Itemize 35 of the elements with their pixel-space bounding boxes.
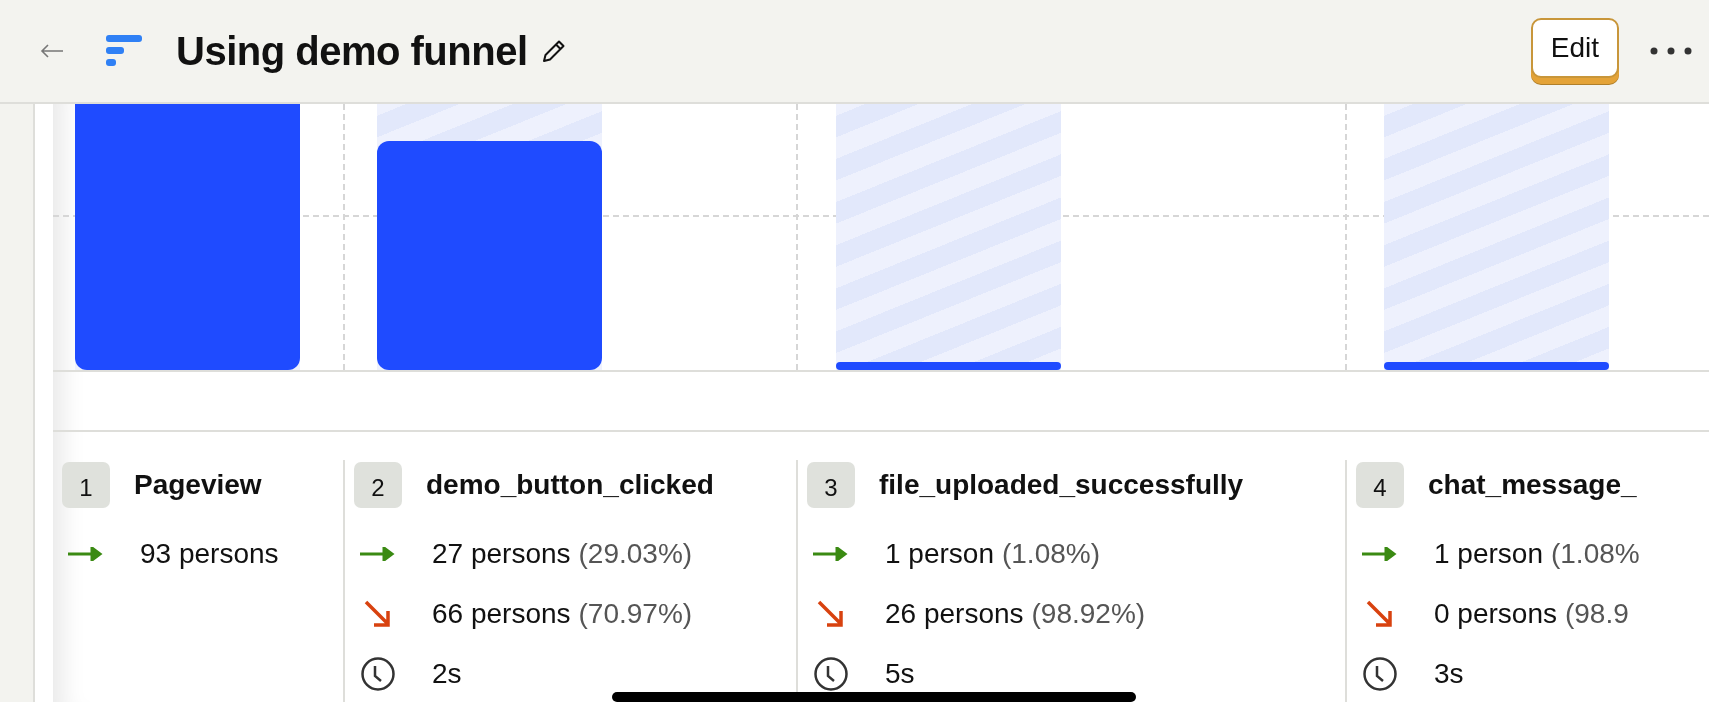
step-number: 3	[807, 462, 855, 508]
dropped-percent: (98.9	[1564, 598, 1629, 630]
step-name: chat_message_	[1428, 469, 1637, 501]
dropped-percent: (70.97%)	[578, 598, 693, 630]
dropped-percent: (98.92%)	[1031, 598, 1146, 630]
back-arrow-icon[interactable]	[40, 43, 64, 59]
right-arrow-icon	[813, 547, 849, 561]
right-arrow-icon	[1362, 547, 1398, 561]
average-time: 5s	[885, 658, 915, 690]
converted-count: 1 person	[1434, 538, 1543, 570]
more-icon[interactable]	[1649, 46, 1693, 56]
step-number: 4	[1356, 462, 1404, 508]
converted-count: 93 persons	[140, 538, 279, 570]
right-arrow-icon	[68, 547, 104, 561]
clock-icon	[1362, 656, 1398, 692]
step-number: 2	[354, 462, 402, 508]
converted-count: 1 person	[885, 538, 994, 570]
step-name: demo_button_clicked	[426, 469, 714, 501]
page-title: Using demo funnel	[176, 28, 528, 74]
dropped-count: 66 persons	[432, 598, 571, 630]
converted-percent: (1.08%	[1550, 538, 1640, 570]
funnel-icon	[106, 35, 142, 67]
converted-percent: (1.08%)	[1001, 538, 1100, 570]
average-time: 2s	[432, 658, 462, 690]
step-name: Pageview	[134, 469, 262, 501]
converted-percent: (29.03%)	[578, 538, 693, 570]
clock-icon	[813, 656, 849, 692]
dropped-count: 0 persons	[1434, 598, 1557, 630]
dropped-count: 26 persons	[885, 598, 1024, 630]
step-name: file_uploaded_successfully	[879, 469, 1244, 501]
right-arrow-icon	[360, 547, 396, 561]
converted-count: 27 persons	[432, 538, 571, 570]
average-time: 3s	[1434, 658, 1464, 690]
clock-icon	[360, 656, 396, 692]
step-number: 1	[62, 462, 110, 508]
